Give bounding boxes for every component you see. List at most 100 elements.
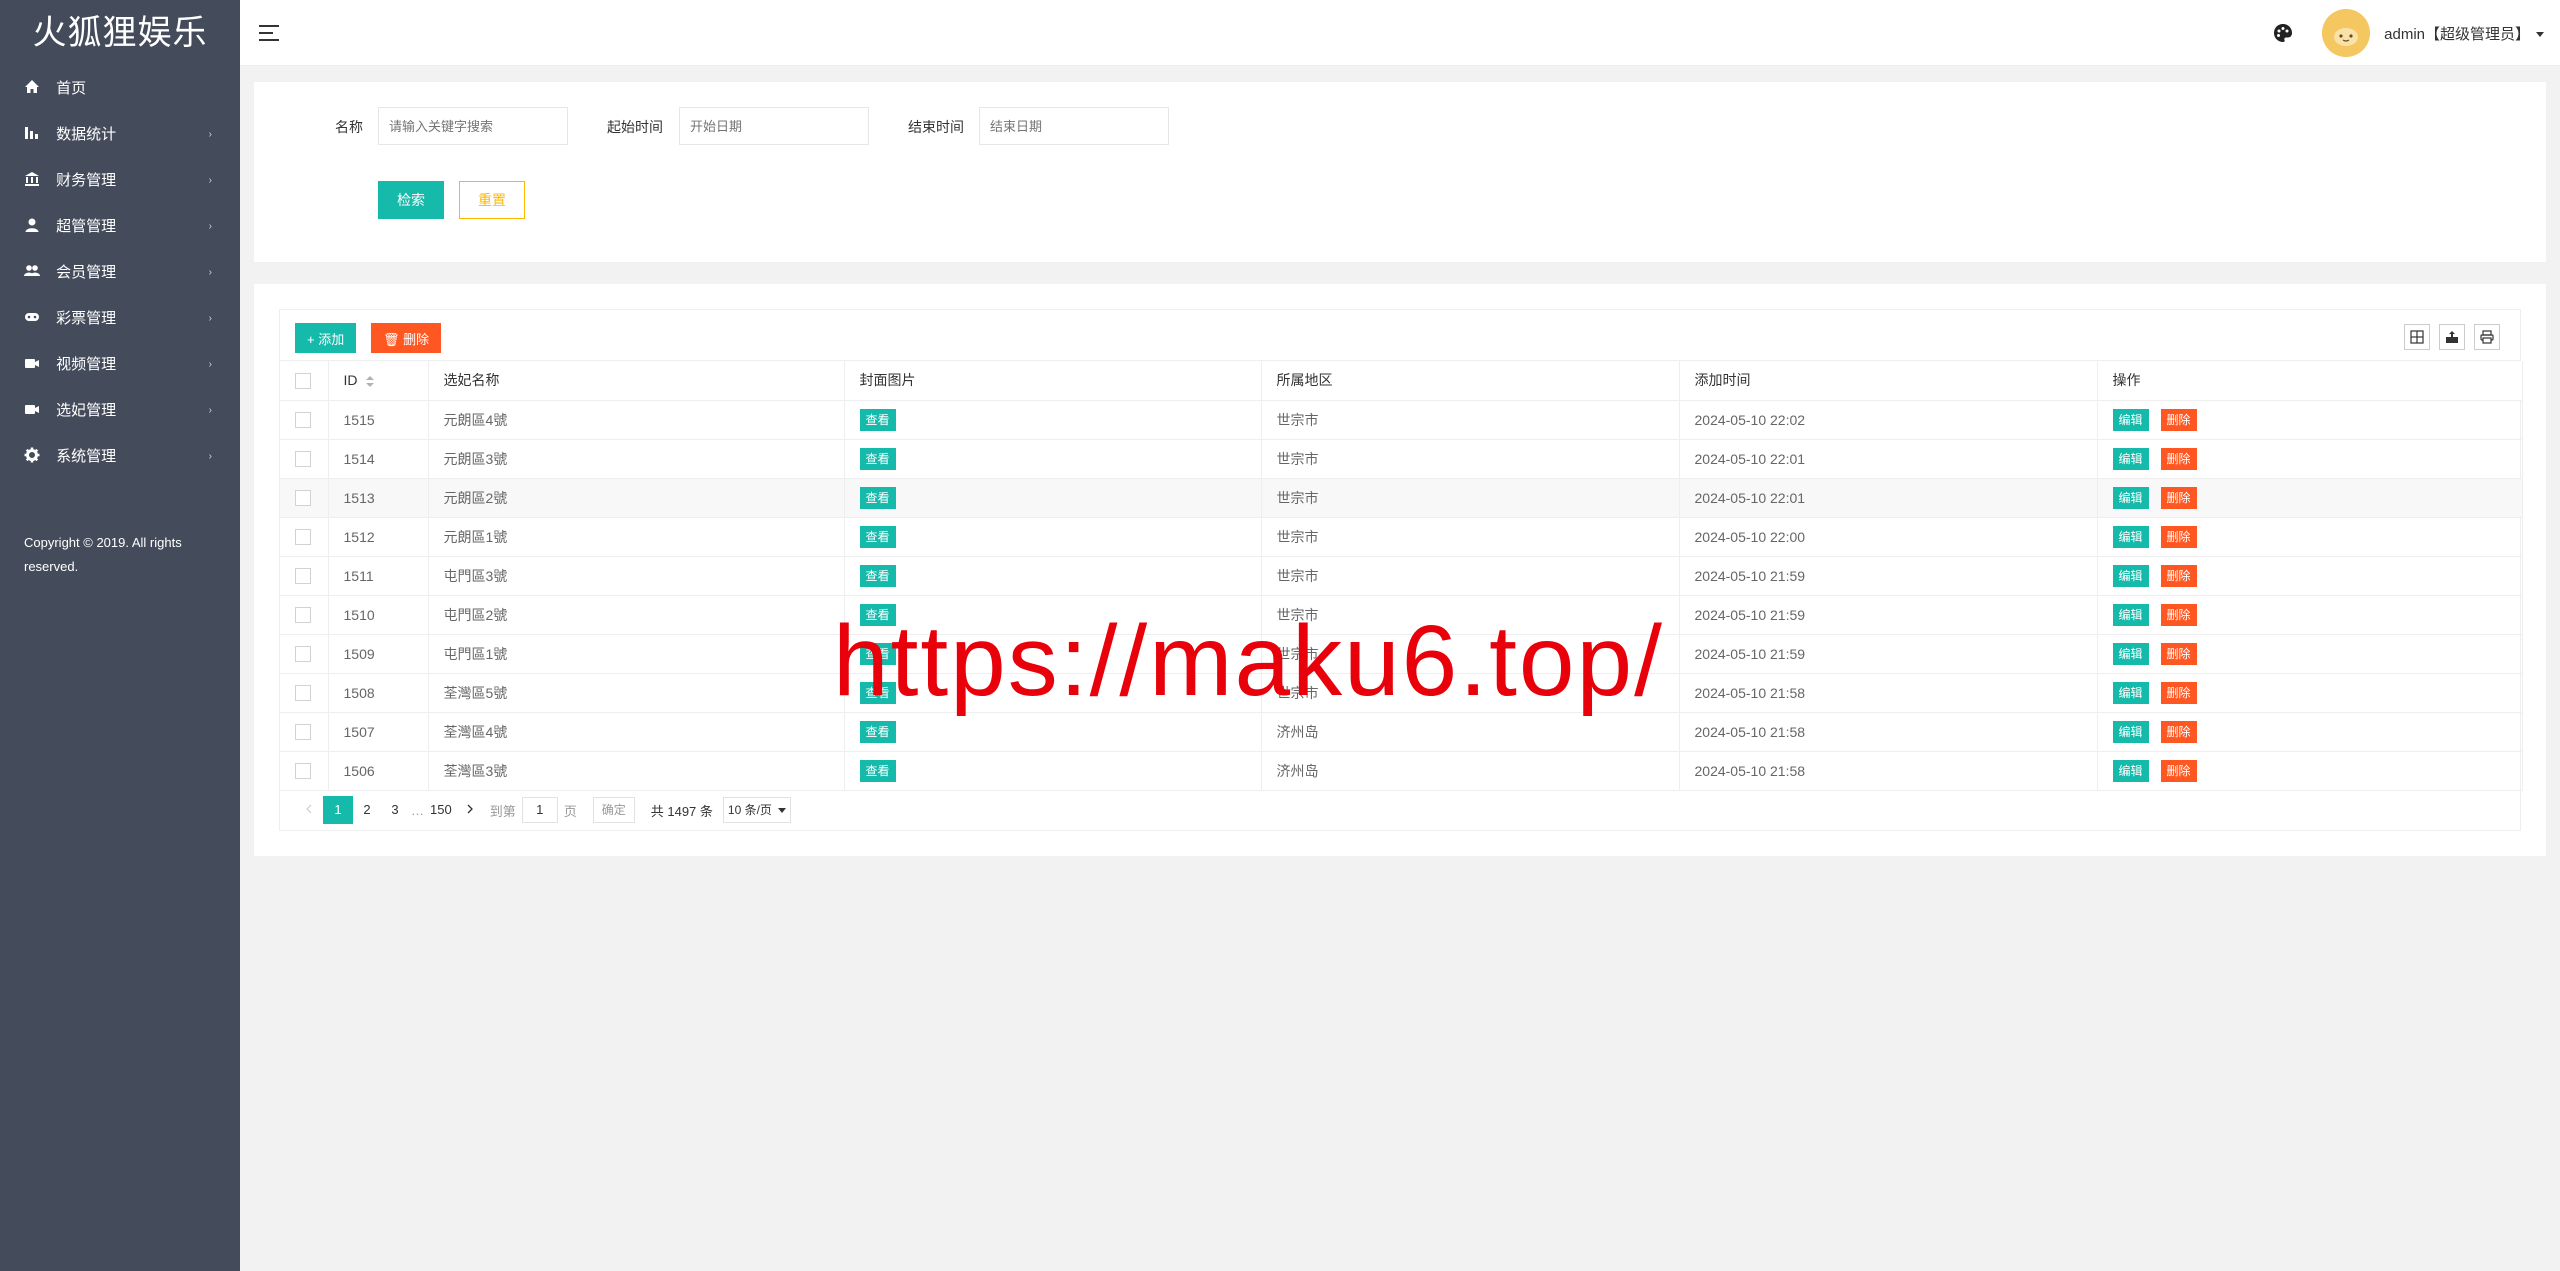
batch-delete-button[interactable]: 🗑 删除 (371, 323, 442, 353)
palette-icon[interactable] (2272, 22, 2294, 44)
sidebar-item-label: 视频管理 (56, 356, 117, 374)
sidebar-item-lottery[interactable]: 彩票管理 › (0, 296, 240, 342)
user-menu[interactable]: admin【超级管理员】 (2384, 23, 2544, 44)
row-id: 1514 (328, 439, 429, 479)
sidebar-item-members[interactable]: 会员管理 › (0, 250, 240, 296)
name-search-input[interactable] (378, 107, 568, 145)
watermark-text: https://maku6.top/ (833, 605, 1664, 717)
row-region: 世宗市 (1261, 517, 1680, 557)
menu-toggle-icon[interactable] (258, 22, 280, 44)
goto-label: 到第 (489, 803, 516, 819)
row-checkbox[interactable] (295, 763, 311, 780)
page-size-select[interactable]: 10 条/页 (722, 797, 791, 823)
edit-button[interactable]: 编辑 (2112, 486, 2149, 509)
row-time: 2024-05-10 21:59 (1679, 595, 2098, 635)
chevron-right-icon: › (208, 359, 212, 370)
edit-button[interactable]: 编辑 (2112, 681, 2149, 704)
print-icon[interactable] (2474, 324, 2500, 350)
row-cover-cell: 查看 (844, 478, 1262, 518)
row-checkbox[interactable] (295, 529, 311, 546)
app-logo: 火狐狸娱乐 (32, 13, 208, 53)
delete-button[interactable]: 删除 (2160, 564, 2197, 587)
sort-icon[interactable] (365, 375, 374, 388)
delete-button[interactable]: 删除 (2160, 603, 2197, 626)
edit-button[interactable]: 编辑 (2112, 603, 2149, 626)
column-header-id[interactable]: ID (328, 361, 429, 401)
columns-filter-icon[interactable] (2404, 324, 2430, 350)
chevron-right-icon: › (208, 451, 212, 462)
goto-confirm-button[interactable]: 确定 (592, 797, 635, 823)
row-checkbox[interactable] (295, 412, 311, 429)
edit-button[interactable]: 编辑 (2112, 642, 2149, 665)
next-page-button[interactable] (456, 796, 484, 824)
add-button[interactable]: + 添加 (295, 323, 357, 353)
row-name: 屯門區2號 (428, 595, 845, 635)
last-page-button[interactable]: 150 (426, 796, 456, 824)
delete-button[interactable]: 删除 (2160, 759, 2197, 782)
header-user-area: admin【超级管理员】 (2272, 8, 2544, 58)
view-cover-button[interactable]: 查看 (859, 525, 896, 548)
row-checkbox[interactable] (295, 451, 311, 468)
edit-button[interactable]: 编辑 (2112, 525, 2149, 548)
reset-button[interactable]: 重置 (459, 181, 525, 219)
start-date-input[interactable] (679, 107, 869, 145)
data-table-container: + 添加 🗑 删除 ID 选妃名称 封面图片 所属地区 添加时间 操作 1515… (279, 309, 2523, 831)
delete-button[interactable]: 删除 (2160, 525, 2197, 548)
row-checkbox[interactable] (295, 607, 311, 624)
page-ellipsis: … (411, 802, 424, 818)
sidebar-item-admins[interactable]: 超管管理 › (0, 204, 240, 250)
view-cover-button[interactable]: 查看 (859, 447, 896, 470)
sidebar-item-selection[interactable]: 选妃管理 › (0, 388, 240, 434)
sidebar-item-label: 彩票管理 (56, 310, 117, 328)
edit-button[interactable]: 编辑 (2112, 408, 2149, 431)
page-button[interactable]: 3 (381, 796, 409, 824)
view-cover-button[interactable]: 查看 (859, 486, 896, 509)
name-label: 名称 (335, 119, 363, 135)
select-all-cell (280, 361, 329, 401)
row-checkbox[interactable] (295, 685, 311, 702)
export-icon[interactable] (2439, 324, 2465, 350)
search-button[interactable]: 检索 (378, 181, 444, 219)
row-checkbox[interactable] (295, 490, 311, 507)
sidebar-item-statistics[interactable]: 数据统计 › (0, 112, 240, 158)
plus-icon: + (307, 331, 319, 347)
row-id: 1509 (328, 634, 429, 674)
delete-button[interactable]: 删除 (2160, 486, 2197, 509)
row-checkbox[interactable] (295, 646, 311, 663)
select-all-checkbox[interactable] (295, 372, 311, 389)
bank-icon (25, 172, 39, 187)
edit-button[interactable]: 编辑 (2112, 759, 2149, 782)
goto-page-input[interactable]: 1 (521, 797, 558, 823)
end-date-input[interactable] (979, 107, 1169, 145)
view-cover-button[interactable]: 查看 (859, 564, 896, 587)
row-checkbox[interactable] (295, 568, 311, 585)
row-checkbox[interactable] (295, 724, 311, 741)
sidebar-item-finance[interactable]: 财务管理 › (0, 158, 240, 204)
edit-button[interactable]: 编辑 (2112, 720, 2149, 743)
row-id: 1513 (328, 478, 429, 518)
column-header-region: 所属地区 (1261, 361, 1680, 401)
sidebar-item-system[interactable]: 系统管理 › (0, 434, 240, 480)
prev-page-button[interactable] (295, 796, 323, 824)
row-time: 2024-05-10 21:58 (1679, 673, 2098, 713)
view-cover-button[interactable]: 查看 (859, 408, 896, 431)
delete-button[interactable]: 删除 (2160, 681, 2197, 704)
page-button[interactable]: 2 (353, 796, 381, 824)
sidebar-item-home[interactable]: 首页 (0, 66, 240, 112)
delete-button[interactable]: 删除 (2160, 642, 2197, 665)
delete-button[interactable]: 删除 (2160, 720, 2197, 743)
edit-button[interactable]: 编辑 (2112, 447, 2149, 470)
row-time: 2024-05-10 21:58 (1679, 712, 2098, 752)
page-button[interactable]: 1 (323, 796, 353, 824)
delete-button[interactable]: 删除 (2160, 447, 2197, 470)
sidebar-item-video[interactable]: 视频管理 › (0, 342, 240, 388)
chevron-right-icon (467, 804, 473, 814)
edit-button[interactable]: 编辑 (2112, 564, 2149, 587)
sidebar: 火狐狸娱乐 首页 数据统计 › 财务管理 › 超管管理 › 会员管理 › 彩票管 (0, 0, 240, 1271)
row-select-cell (280, 634, 329, 674)
page-size-label: 10 条/页 (727, 803, 772, 817)
avatar[interactable] (2322, 9, 2371, 57)
delete-button[interactable]: 删除 (2160, 408, 2197, 431)
view-cover-button[interactable]: 查看 (859, 759, 896, 782)
table-row: 1512 元朗區1號 查看 世宗市 2024-05-10 22:00 编辑 删除 (280, 517, 2523, 557)
